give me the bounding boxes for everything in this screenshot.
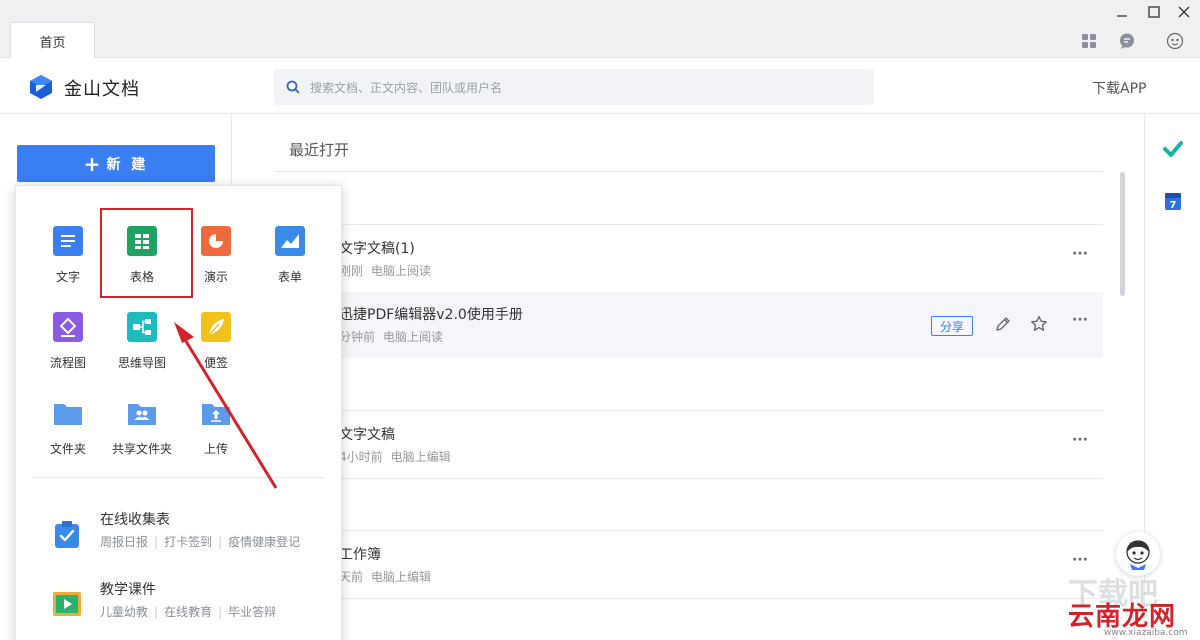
- annotation-arrow: [174, 322, 278, 489]
- watermark-url: www.xiazaiba.com: [1104, 628, 1188, 638]
